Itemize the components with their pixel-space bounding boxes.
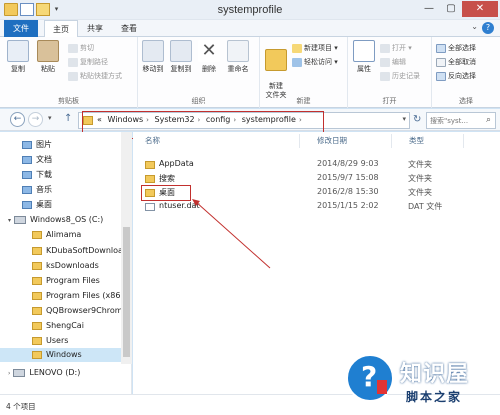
item-count: 4 个项目 [6,402,36,411]
watermark-logo: ? 知识屋 脚本之家 [344,352,500,415]
arrow-line [195,201,271,269]
watermark-subtitle: 脚本之家 [406,390,463,404]
watermark-title: 知识屋 [400,362,470,387]
question-mark-icon: ? [346,354,394,402]
